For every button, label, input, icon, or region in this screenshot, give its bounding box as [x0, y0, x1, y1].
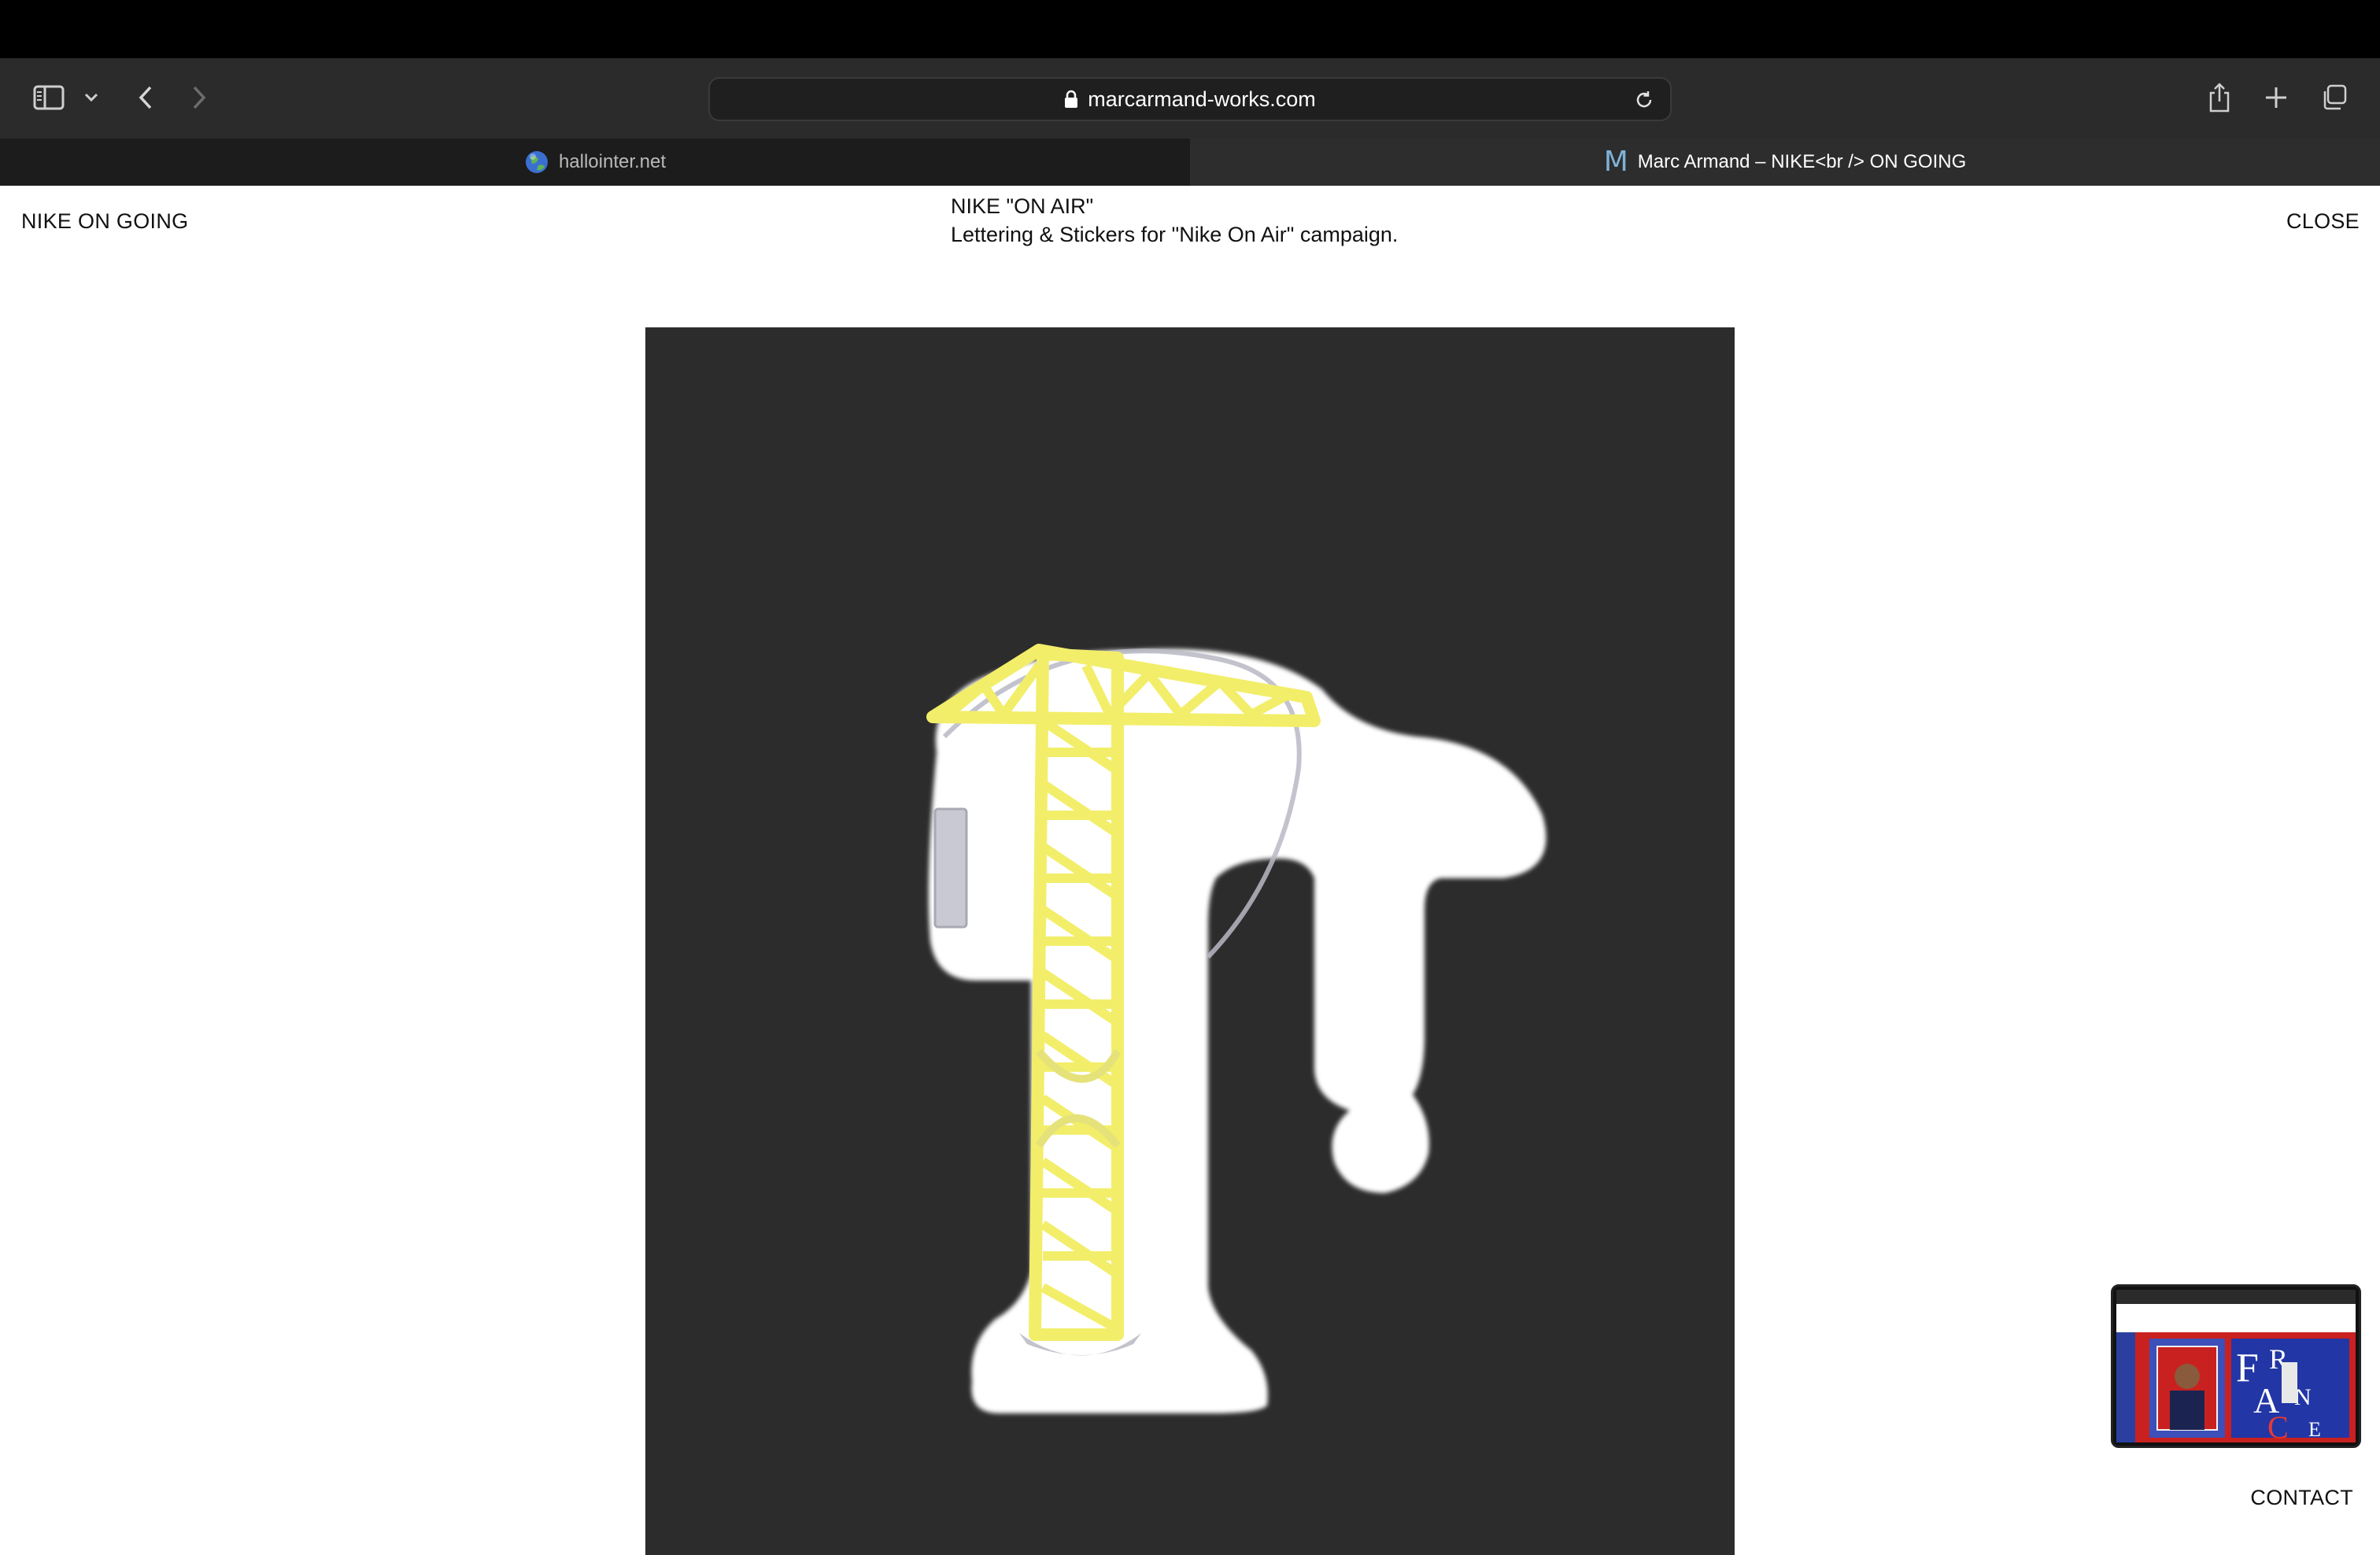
forward-icon[interactable]	[187, 82, 211, 113]
project-header: NIKE "ON AIR" Lettering & Stickers for "…	[951, 192, 1398, 249]
tab-hallointer[interactable]: hallointer.net	[0, 139, 1190, 186]
project-artwork	[645, 327, 1735, 1555]
tab-bar: hallointer.net M Marc Armand – NIKE<br /…	[0, 139, 2380, 186]
site-title-link[interactable]: NIKE ON GOING	[21, 209, 188, 234]
close-button[interactable]: CLOSE	[2286, 209, 2360, 234]
share-icon[interactable]	[2204, 79, 2235, 116]
browser-toolbar: marcarmand-works.com	[0, 58, 2380, 139]
project-description: Lettering & Stickers for "Nike On Air" c…	[951, 223, 1399, 246]
tab-marc-armand[interactable]: M Marc Armand – NIKE<br /> ON GOING	[1190, 139, 2380, 186]
tab-overview-icon[interactable]	[2319, 82, 2350, 113]
m-logo-icon: M	[1603, 146, 1628, 178]
new-tab-icon[interactable]	[2260, 82, 2292, 113]
svg-text:E: E	[2308, 1418, 2321, 1441]
project-title: NIKE "ON AIR"	[951, 194, 1094, 218]
preview-thumbnail[interactable]: F R A N C E	[2111, 1284, 2361, 1448]
svg-text:C: C	[2267, 1409, 2289, 1445]
url-text: marcarmand-works.com	[1088, 87, 1316, 111]
sticker-silhouette	[928, 648, 1547, 1413]
tab-label: Marc Armand – NIKE<br /> ON GOING	[1637, 151, 1967, 172]
sidebar-icon[interactable]	[31, 82, 66, 113]
lock-icon	[1064, 90, 1078, 109]
address-bar[interactable]: marcarmand-works.com	[708, 77, 1672, 121]
page-content: NIKE ON GOING NIKE "ON AIR" Lettering & …	[0, 186, 2380, 1555]
contact-button[interactable]: CONTACT	[2250, 1486, 2353, 1510]
tab-label: hallointer.net	[558, 151, 667, 172]
chevron-down-icon[interactable]	[82, 88, 101, 107]
menu-bar	[0, 0, 2380, 58]
globe-icon	[524, 150, 549, 175]
back-icon[interactable]	[134, 82, 157, 113]
reload-icon[interactable]	[1632, 88, 1656, 112]
